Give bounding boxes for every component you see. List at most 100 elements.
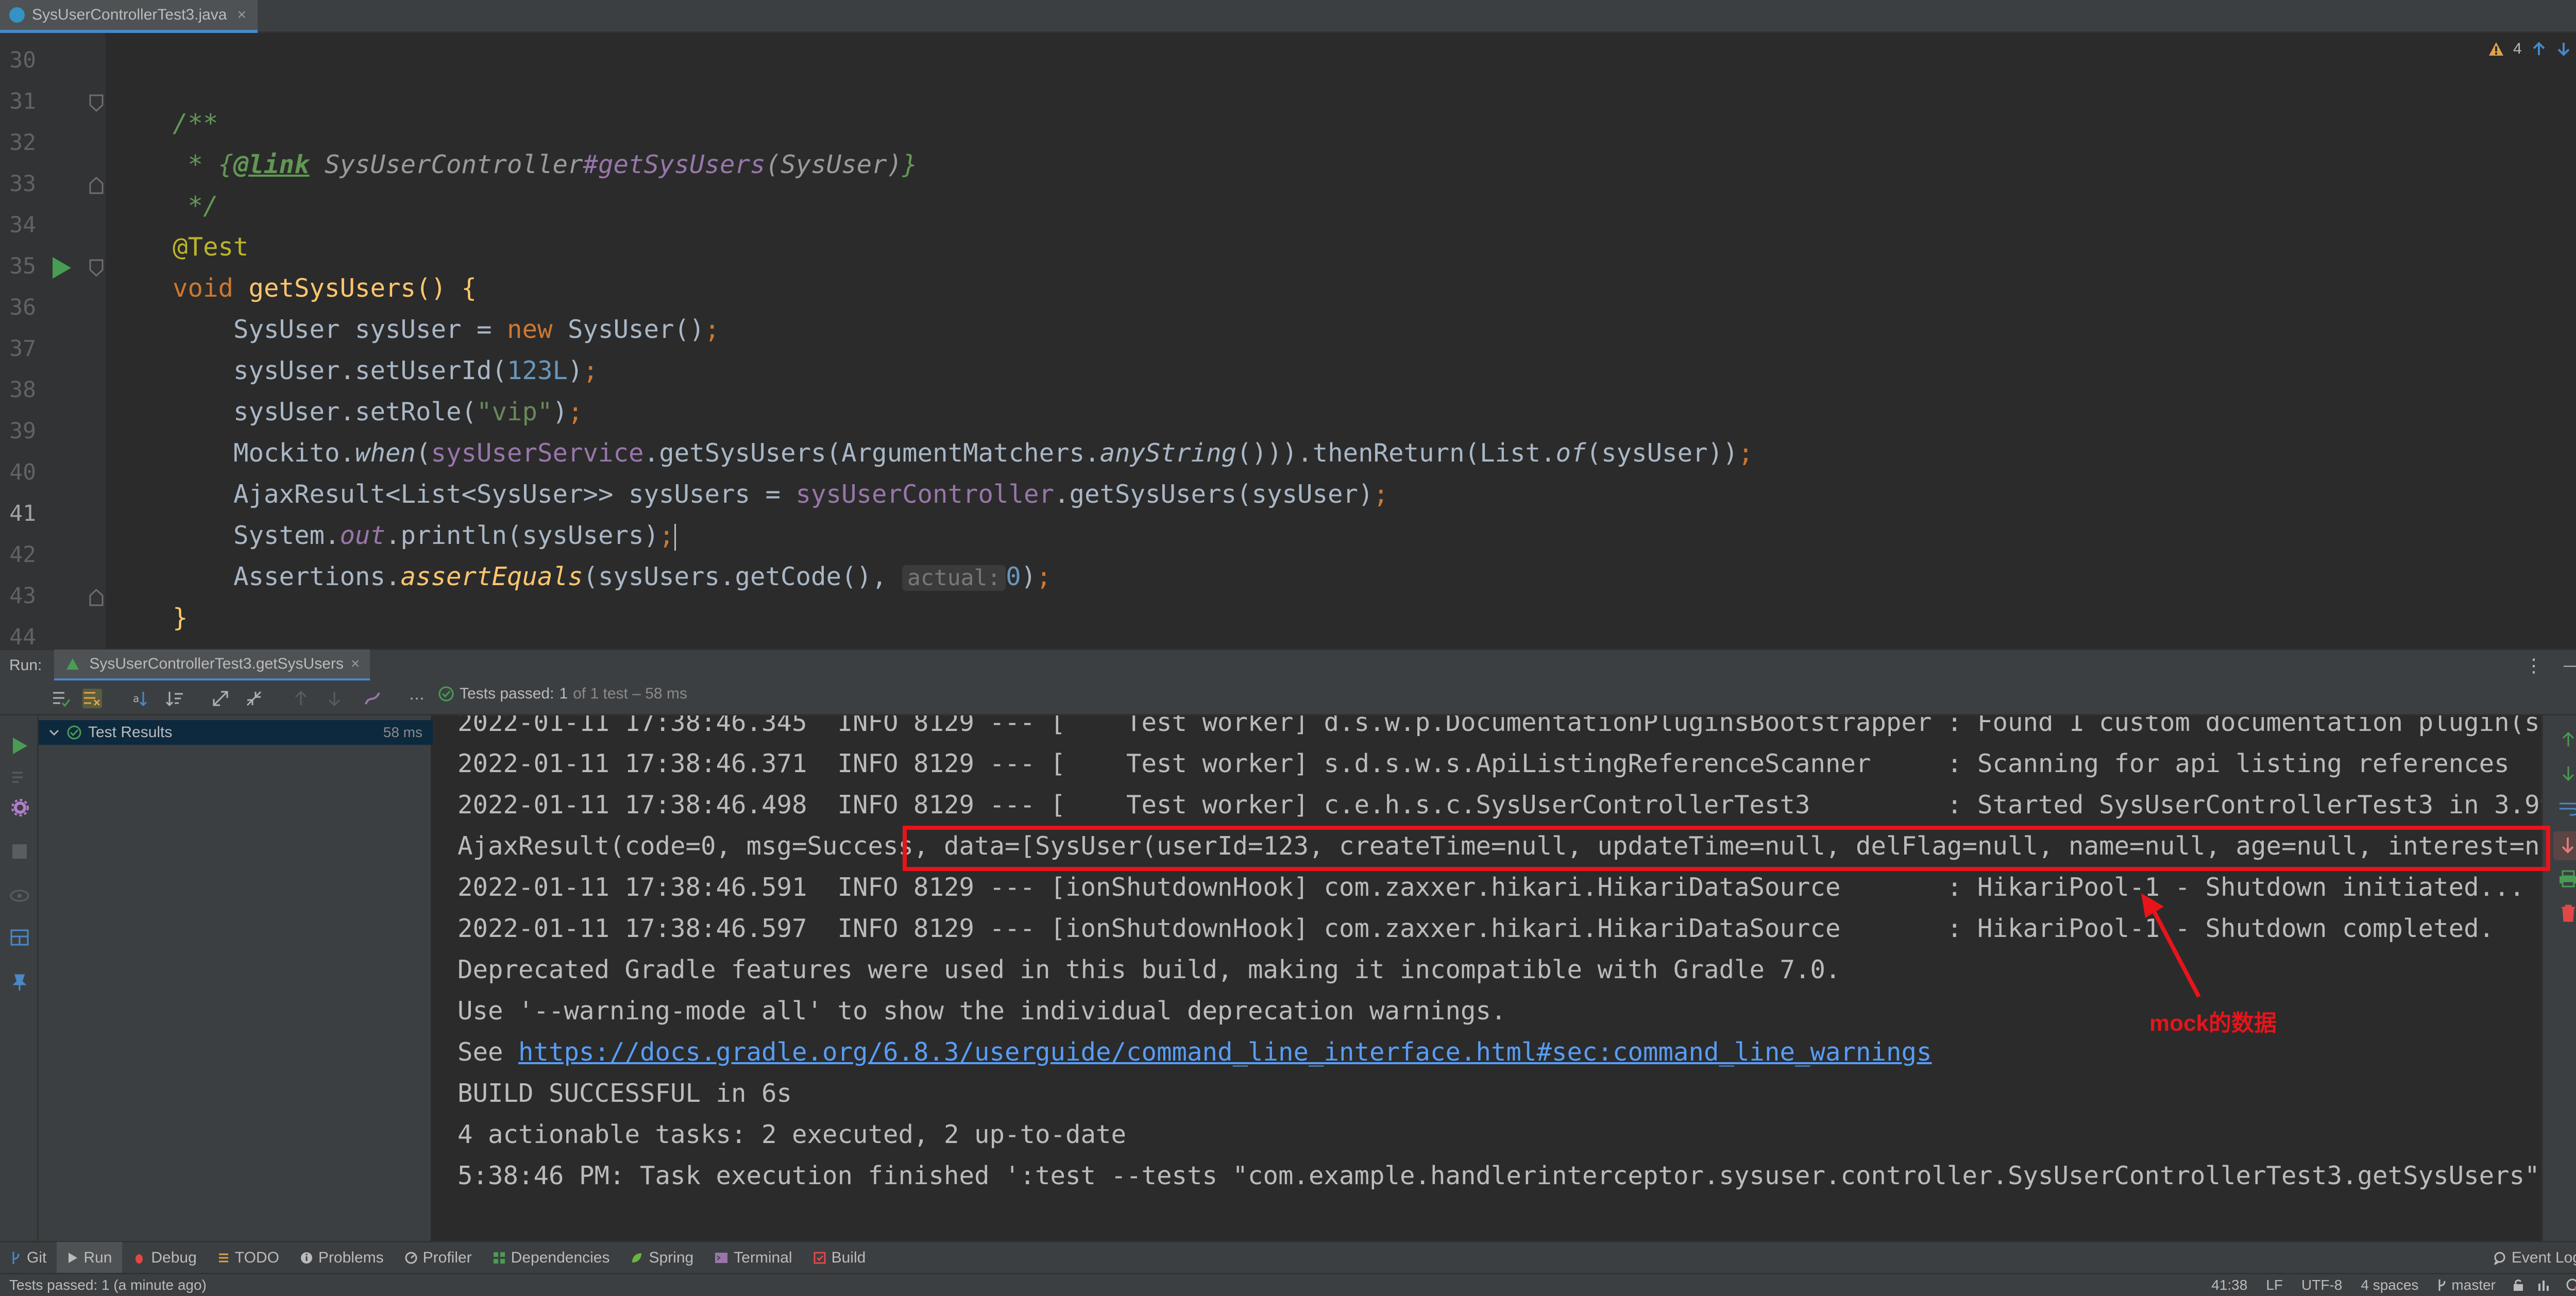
arrow-up-icon[interactable] [2560, 731, 2576, 748]
tool-todo[interactable]: TODO [207, 1242, 290, 1274]
rerun-icon[interactable] [11, 736, 29, 756]
more-options-icon[interactable]: ⋮ [2524, 655, 2543, 676]
tool-profiler[interactable]: Profiler [394, 1242, 482, 1274]
tool-debug[interactable]: Debug [122, 1242, 207, 1274]
trash-icon[interactable] [2560, 903, 2576, 922]
export-results-icon[interactable] [363, 689, 383, 708]
code-line-37: sysUser.setUserId(123L); [173, 356, 599, 385]
git-branch-widget[interactable]: master [2437, 1277, 2496, 1293]
speech-bubble-icon [2494, 1252, 2505, 1265]
settings-icon[interactable] [10, 798, 30, 817]
console-line: Use '--warning-mode all' to show the ind… [457, 996, 1506, 1026]
fold-icon[interactable] [89, 176, 104, 195]
line-number: 40 [9, 459, 36, 485]
next-failed-icon[interactable] [325, 689, 344, 708]
expand-all-icon[interactable] [211, 689, 231, 708]
tool-problems[interactable]: Problems [290, 1242, 394, 1274]
show-icon[interactable] [9, 888, 30, 903]
fold-icon[interactable] [89, 588, 104, 607]
tool-dependencies[interactable]: Dependencies [482, 1242, 620, 1274]
line-number: 35 [9, 253, 36, 279]
arrow-down-icon[interactable] [2556, 41, 2571, 57]
line-number: 42 [9, 542, 36, 568]
toggle-ignored-icon[interactable] [82, 689, 102, 708]
status-message[interactable]: Tests passed: 1 (a minute ago) [9, 1277, 207, 1293]
tool-build[interactable]: Build [803, 1242, 876, 1274]
print-icon[interactable] [2558, 870, 2576, 888]
code-line-41: System.out.println(sysUsers); [173, 515, 676, 556]
status-bar: Tests passed: 1 (a minute ago) 41:38 LF … [0, 1273, 2576, 1296]
lock-icon[interactable] [2511, 1278, 2526, 1292]
line-number: 38 [9, 377, 36, 403]
tool-run[interactable]: Run [57, 1241, 123, 1274]
run-config-tab[interactable]: SysUserControllerTest3.getSysUsers × [54, 649, 370, 681]
code-line-38: sysUser.setRole("vip"); [173, 397, 583, 427]
test-status: Tests passed: 1 of 1 test – 58 ms [438, 685, 687, 703]
sort-duration-icon[interactable] [165, 689, 184, 708]
close-icon[interactable]: × [351, 655, 360, 673]
indent-setting[interactable]: 4 spaces [2361, 1277, 2418, 1293]
fold-icon[interactable] [89, 94, 104, 112]
test-tree-root[interactable]: Test Results 58 ms [39, 720, 433, 745]
code-line-34: @Test [173, 232, 249, 262]
line-number: 34 [9, 212, 36, 238]
editor-tab-strip: SysUserControllerTest3.java × [0, 0, 2576, 33]
gradle-docs-link[interactable]: https://docs.gradle.org/6.8.3/userguide/… [518, 1037, 1932, 1067]
inspection-widget[interactable]: 4 [2488, 40, 2571, 58]
console-line: 5:38:46 PM: Task execution finished ':te… [457, 1161, 2541, 1190]
pin-icon[interactable] [11, 973, 28, 992]
arrow-down-icon[interactable] [2560, 764, 2576, 782]
editor-tab[interactable]: SysUserControllerTest3.java × [0, 0, 258, 33]
svg-text:a: a [133, 692, 139, 705]
chevron-down-icon[interactable] [48, 726, 60, 739]
notifications-icon[interactable] [2566, 1278, 2576, 1292]
stop-icon[interactable] [12, 844, 27, 859]
parameter-hint: actual: [902, 565, 1006, 591]
caret-position[interactable]: 41:38 [2211, 1277, 2247, 1293]
fold-icon[interactable] [89, 259, 104, 277]
line-separator[interactable]: LF [2266, 1277, 2283, 1293]
tool-event-log[interactable]: Event Log [2483, 1242, 2576, 1274]
console-line: 2022-01-11 17:38:46.371 INFO 8129 --- [ … [457, 749, 2510, 778]
collapse-all-icon[interactable] [245, 689, 264, 708]
tool-spring[interactable]: Spring [620, 1242, 704, 1274]
git-branch-icon [12, 1251, 20, 1264]
close-icon[interactable]: × [237, 6, 246, 24]
run-test-icon[interactable] [52, 256, 72, 280]
layout-icon[interactable] [10, 929, 29, 946]
rerun-failed-icon[interactable] [11, 770, 29, 785]
test-tree [39, 715, 433, 1241]
run-toolbar: a ⋯ [0, 680, 2576, 715]
file-encoding[interactable]: UTF-8 [2301, 1277, 2342, 1293]
code-line-39: Mockito.when(sysUserService.getSysUsers(… [173, 438, 1754, 468]
sort-alpha-icon[interactable]: a [131, 689, 151, 708]
code-line-35: void getSysUsers() { [173, 274, 477, 303]
console-output[interactable]: 2022-01-11 17:38:46.345 INFO 8129 --- [ … [434, 715, 2541, 1241]
code-editor[interactable]: /** * {@link SysUserController#getSysUse… [106, 33, 2576, 649]
run-icon [69, 1252, 78, 1263]
more-icon[interactable]: ⋯ [407, 689, 427, 708]
annotation-arrow [2141, 893, 2201, 998]
console-line: 4 actionable tasks: 2 executed, 2 up-to-… [457, 1120, 1127, 1149]
console-line: BUILD SUCCESSFUL in 6s [457, 1079, 792, 1108]
tool-git[interactable]: Git [0, 1242, 57, 1274]
highlight-box [903, 826, 2550, 871]
toggle-passed-icon[interactable] [52, 689, 71, 708]
tool-terminal[interactable]: Terminal [704, 1242, 802, 1274]
minimize-icon[interactable]: — [2564, 657, 2576, 674]
passed-check-icon [438, 686, 454, 702]
error-stripe[interactable] [2571, 33, 2576, 649]
line-number: 33 [9, 171, 36, 197]
memory-indicator-icon[interactable] [2538, 1278, 2553, 1292]
previous-failed-icon[interactable] [291, 689, 311, 708]
code-line-32: * {@link SysUserController#getSysUsers(S… [173, 150, 918, 179]
profiler-icon [405, 1252, 417, 1264]
scroll-to-end-icon[interactable] [2553, 831, 2576, 860]
line-number: 31 [9, 89, 36, 114]
soft-wrap-icon[interactable] [2558, 800, 2576, 817]
console-side-toolbar [2541, 715, 2576, 1241]
arrow-up-icon[interactable] [2531, 41, 2547, 57]
code-line-33: */ [173, 191, 218, 220]
code-line-42: Assertions.assertEquals(sysUsers.getCode… [173, 562, 1052, 591]
text-caret [674, 523, 676, 551]
